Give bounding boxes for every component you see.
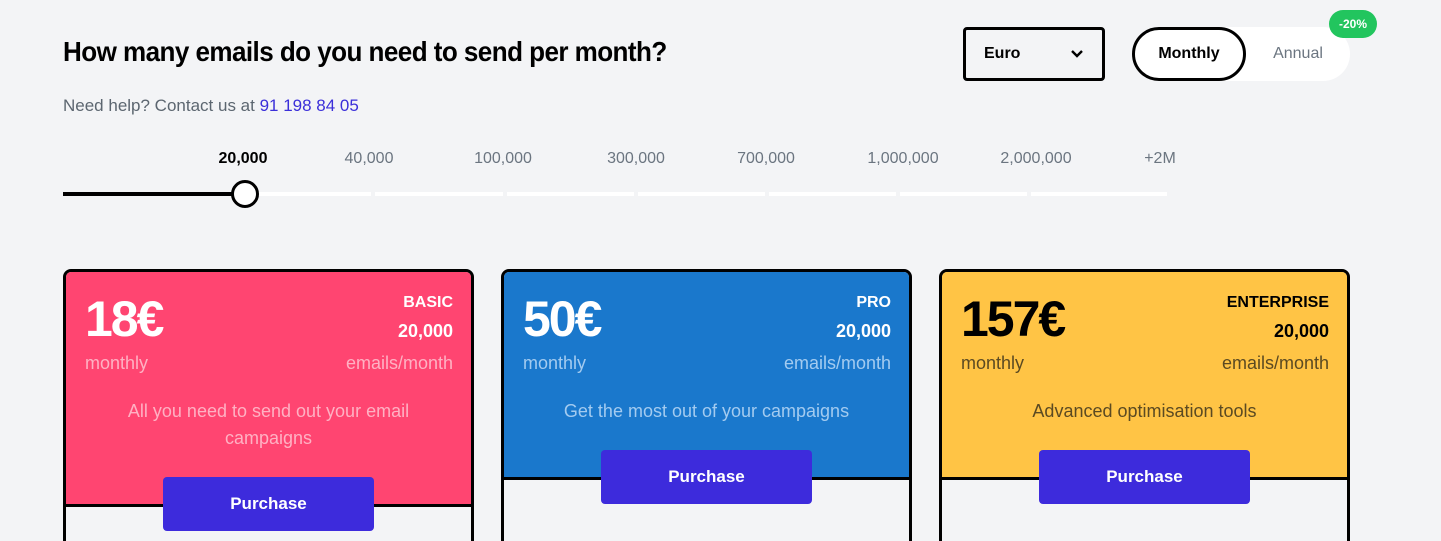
plan-period: monthly [523, 353, 587, 373]
plan-units: emails/month [783, 353, 891, 373]
help-text: Need help? Contact us at 91 198 84 05 [63, 96, 359, 116]
chevron-down-icon [1071, 50, 1083, 58]
plan-units: emails/month [1221, 353, 1329, 373]
plan-period: monthly [961, 353, 1025, 373]
plan-card-pro: 50€ PRO 20,000 monthly emails/month Get … [501, 269, 912, 541]
slider-track-segment[interactable] [1031, 192, 1167, 196]
billing-toggle[interactable]: Monthly Annual [1132, 27, 1350, 81]
volume-tick[interactable]: 20,000 [219, 150, 268, 168]
billing-option-monthly[interactable]: Monthly [1132, 27, 1246, 81]
contact-phone-link[interactable]: 91 198 84 05 [260, 96, 359, 115]
plan-name: ENTERPRISE [1226, 294, 1329, 311]
plan-email-count: 20,000 [1273, 321, 1329, 341]
plan-description: Advanced optimisation tools [1032, 401, 1257, 421]
currency-select[interactable]: Euro [963, 27, 1105, 81]
plan-units: emails/month [345, 353, 453, 373]
slider-track-segment[interactable] [769, 192, 896, 196]
plan-email-count: 20,000 [835, 321, 891, 341]
volume-tick[interactable]: 700,000 [737, 150, 795, 168]
plan-name: BASIC [403, 294, 453, 311]
billing-option-annual[interactable]: Annual [1252, 27, 1344, 81]
plan-description: Get the most out of your campaigns [563, 401, 850, 421]
purchase-button-pro[interactable]: Purchase [601, 450, 812, 504]
volume-tick[interactable]: 2,000,000 [1000, 150, 1071, 168]
purchase-button-enterprise[interactable]: Purchase [1039, 450, 1250, 504]
help-prefix: Need help? Contact us at [63, 96, 260, 115]
currency-value: Euro [984, 45, 1021, 62]
plan-description: All you need to send out your email camp… [127, 401, 410, 448]
plan-name: PRO [856, 294, 891, 311]
volume-tick[interactable]: 300,000 [607, 150, 665, 168]
discount-badge: -20% [1329, 10, 1377, 38]
slider-thumb[interactable] [231, 180, 259, 208]
plan-period: monthly [85, 353, 149, 373]
slider-track-segment[interactable] [245, 192, 371, 196]
plan-card-basic: 18€ BASIC 20,000 monthly emails/month Al… [63, 269, 474, 541]
plan-price: 50€ [523, 291, 602, 347]
volume-ticks: 20,000 40,000 100,000 300,000 700,000 1,… [0, 150, 1441, 170]
slider-track-filled [63, 192, 245, 196]
slider-track-segment[interactable] [638, 192, 765, 196]
plan-card-enterprise: 157€ ENTERPRISE 20,000 monthly emails/mo… [939, 269, 1350, 541]
volume-tick[interactable]: 1,000,000 [867, 150, 938, 168]
plan-email-count: 20,000 [397, 321, 453, 341]
volume-tick[interactable]: 40,000 [345, 150, 394, 168]
plan-price: 157€ [961, 291, 1066, 347]
page-title: How many emails do you need to send per … [63, 36, 667, 67]
purchase-button-basic[interactable]: Purchase [163, 477, 374, 531]
plan-price: 18€ [85, 291, 164, 347]
volume-tick[interactable]: +2M [1144, 150, 1176, 168]
volume-tick[interactable]: 100,000 [474, 150, 532, 168]
slider-track-segment[interactable] [375, 192, 503, 196]
slider-track-segment[interactable] [900, 192, 1027, 196]
slider-track-segment[interactable] [507, 192, 634, 196]
